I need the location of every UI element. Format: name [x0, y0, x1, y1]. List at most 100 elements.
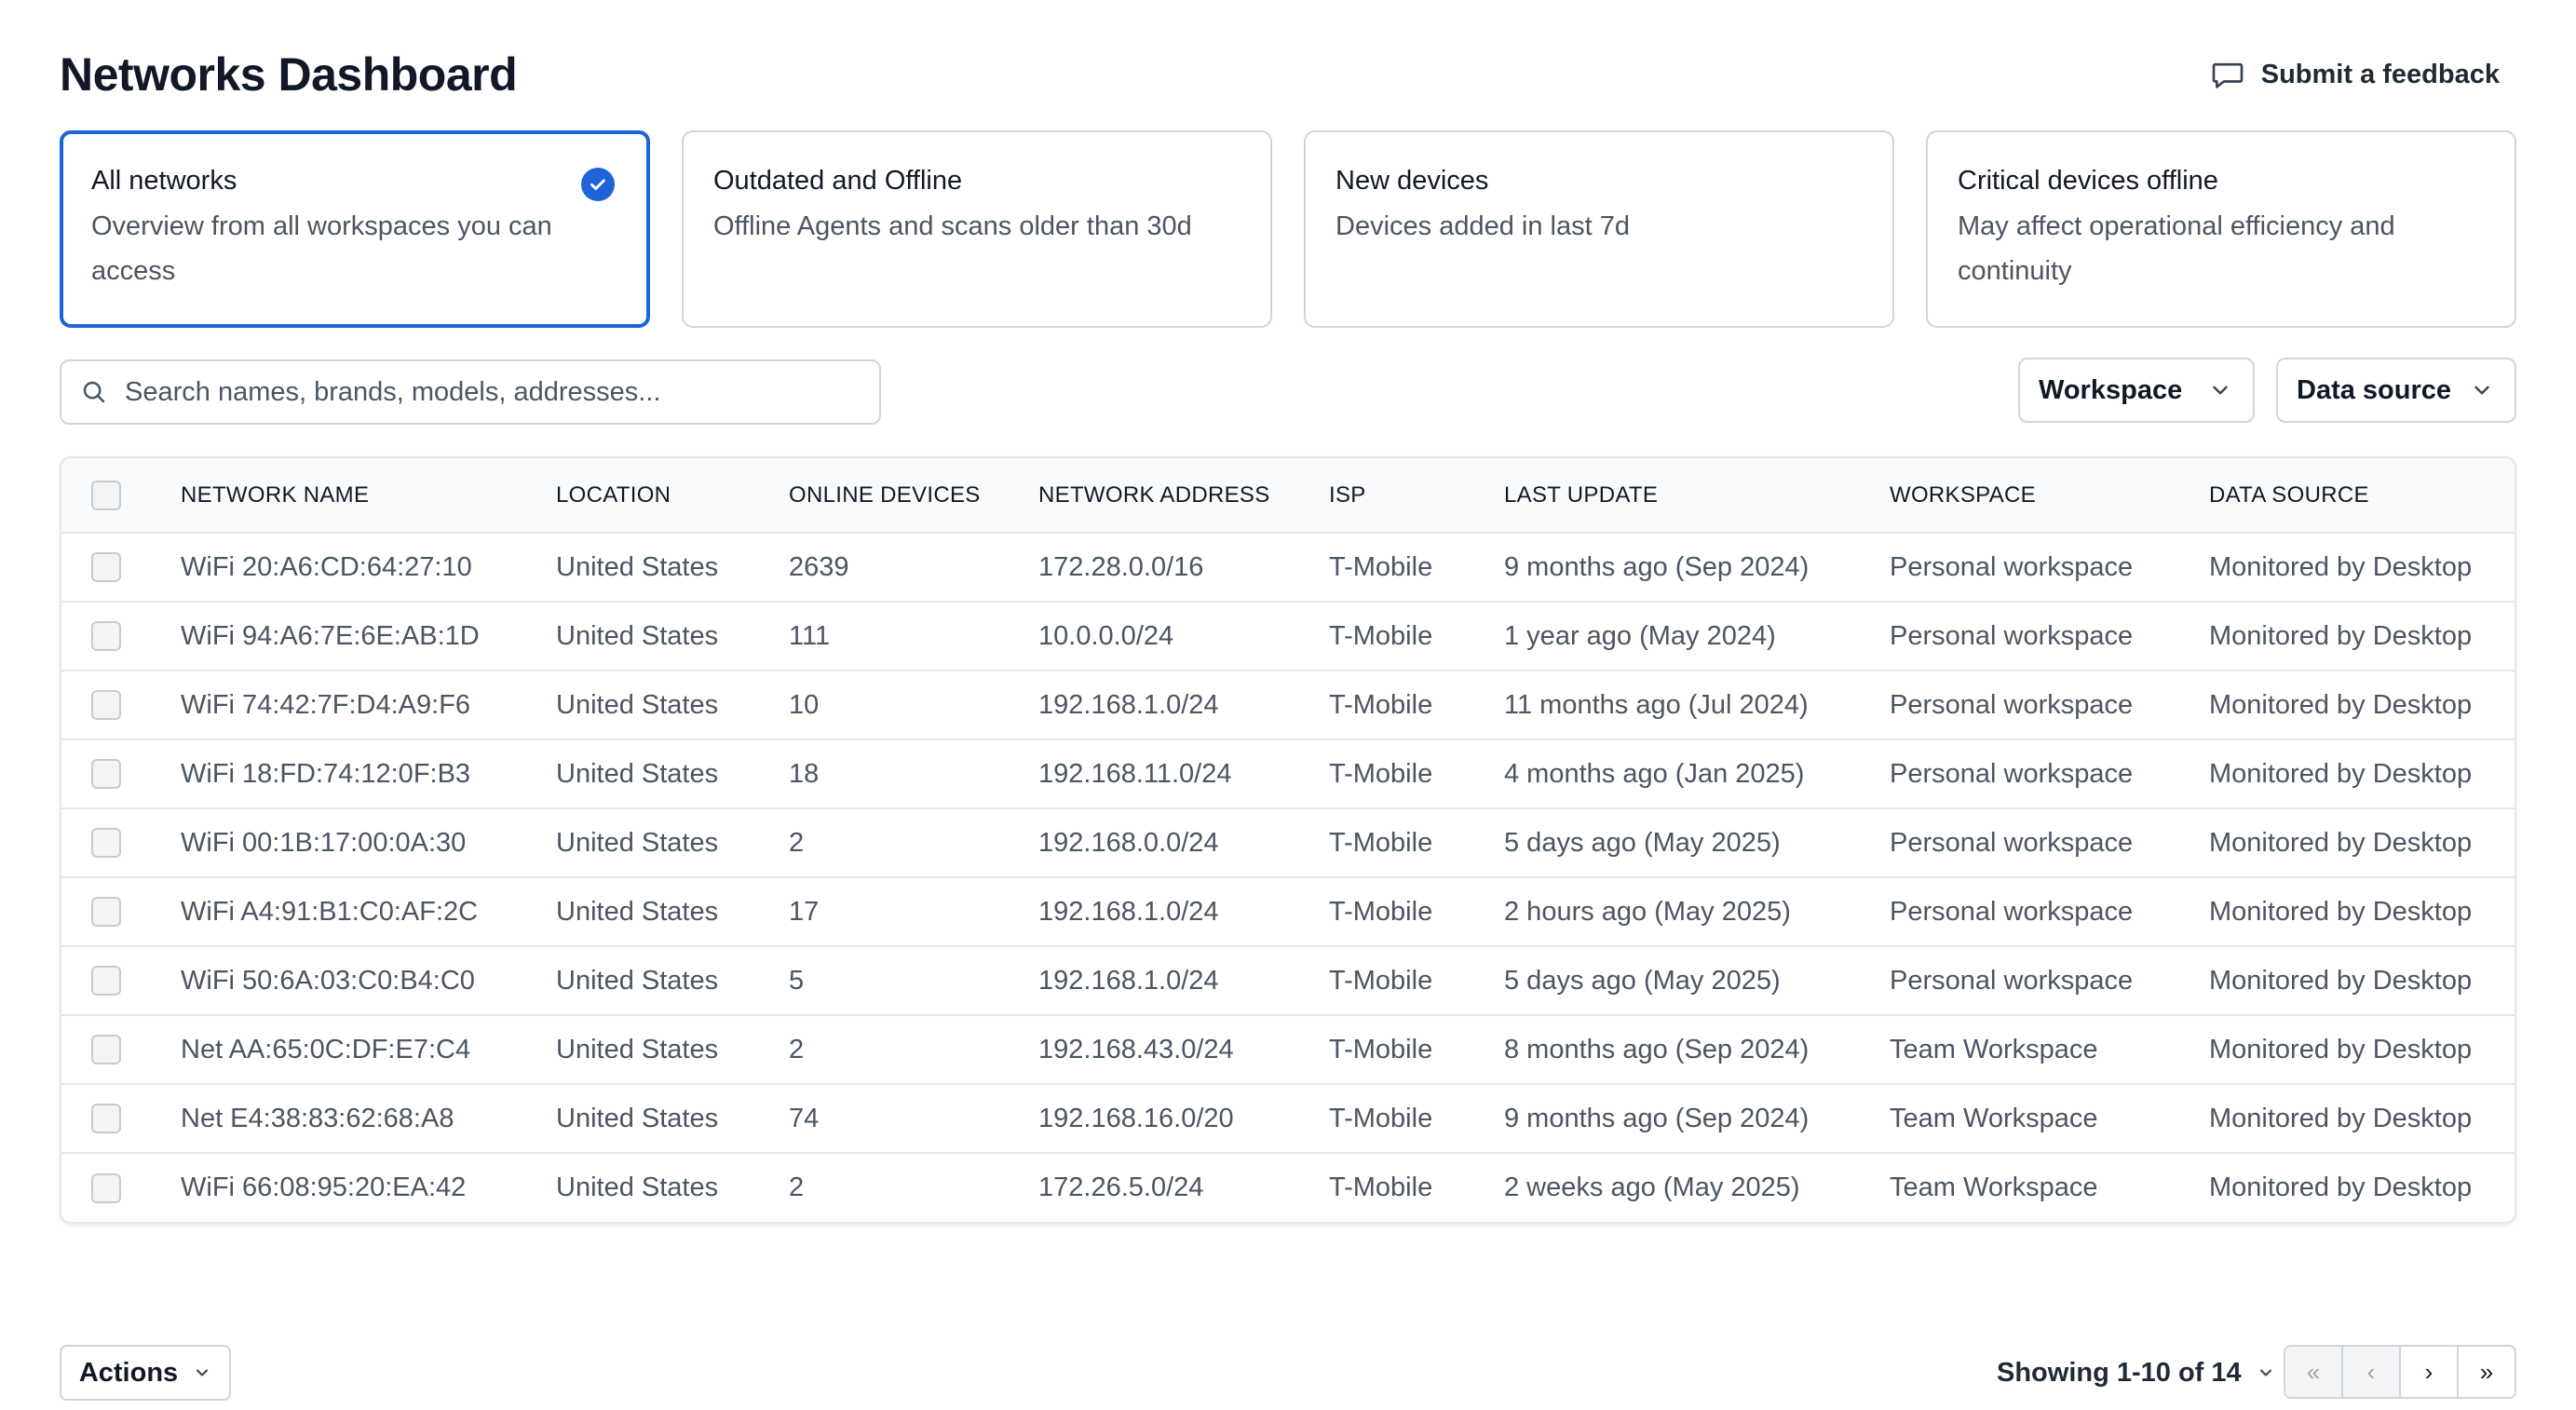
row-checkbox[interactable]: [91, 552, 121, 582]
workspace-filter-dropdown[interactable]: Workspace: [2018, 358, 2255, 423]
cell-online-devices: 17: [789, 876, 1038, 946]
column-header-workspace[interactable]: WORKSPACE: [1890, 458, 2209, 534]
column-header-last-update[interactable]: LAST UPDATE: [1504, 458, 1890, 534]
cell-location: United States: [556, 1152, 789, 1222]
cell-network-address: 192.168.11.0/24: [1038, 739, 1329, 808]
cell-isp: T-Mobile: [1329, 1014, 1504, 1084]
row-checkbox[interactable]: [91, 690, 121, 720]
cell-data-source: Monitored by Desktop: [2209, 807, 2515, 877]
card-outdated-offline[interactable]: Outdated and Offline Offline Agents and …: [682, 130, 1272, 328]
column-header-data-source[interactable]: DATA SOURCE: [2209, 458, 2515, 534]
cell-data-source: Monitored by Desktop: [2209, 1152, 2515, 1222]
cell-workspace: Personal workspace: [1890, 551, 2134, 582]
card-new-devices[interactable]: New devices Devices added in last 7d: [1304, 130, 1894, 328]
cell-workspace: Personal workspace: [1890, 945, 2209, 1015]
cell-location: United States: [556, 807, 789, 877]
table-row[interactable]: WiFi 20:A6:CD:64:27:10 United States 263…: [61, 533, 2515, 602]
cell-online-devices: 2: [789, 1152, 1038, 1222]
cell-workspace: Personal workspace: [1890, 876, 2209, 946]
data-source-filter-dropdown[interactable]: Data source: [2276, 358, 2516, 423]
column-header-online-devices[interactable]: ONLINE DEVICES: [789, 458, 1038, 534]
cell-network-name: WiFi A4:91:B1:C0:AF:2C: [181, 876, 556, 946]
row-checkbox[interactable]: [91, 1035, 121, 1064]
row-checkbox[interactable]: [91, 759, 121, 789]
chat-bubble-icon: [2212, 62, 2244, 88]
column-header-isp[interactable]: ISP: [1329, 458, 1504, 534]
table-row[interactable]: WiFi 50:6A:03:C0:B4:C0 United States 5 1…: [61, 945, 2515, 1015]
column-header-location[interactable]: LOCATION: [556, 458, 789, 534]
card-description: Offline Agents and scans older than 30d: [713, 211, 1192, 241]
cell-online-devices: 2: [789, 807, 1038, 877]
cell-network-address: 172.28.0.0/16: [1038, 551, 1204, 582]
chevron-down-icon: [2474, 386, 2489, 395]
column-header-network-name[interactable]: NETWORK NAME: [181, 458, 556, 534]
cell-last-update: 5 days ago (May 2025): [1504, 945, 1890, 1015]
cell-online-devices: 2: [789, 1014, 1038, 1084]
chevron-down-icon: [2259, 1369, 2271, 1376]
networks-table: NETWORK NAME LOCATION ONLINE DEVICES NET…: [60, 456, 2516, 1224]
pagination: « ‹ › »: [2284, 1345, 2516, 1399]
card-all-networks[interactable]: All networks Overview from all workspace…: [60, 130, 650, 328]
card-title: All networks: [91, 166, 237, 196]
submit-feedback-label: Submit a feedback: [2260, 59, 2500, 89]
page-title: Networks Dashboard: [60, 48, 518, 101]
cell-location: United States: [556, 1014, 789, 1084]
table-row[interactable]: Net AA:65:0C:DF:E7:C4 United States 2 19…: [61, 1014, 2515, 1084]
search-icon: [83, 381, 105, 403]
first-page-button[interactable]: «: [2285, 1347, 2341, 1397]
card-title: Critical devices offline: [1958, 166, 2218, 196]
select-all-cell: [61, 458, 181, 534]
last-page-button[interactable]: »: [2457, 1347, 2515, 1397]
row-checkbox[interactable]: [91, 1104, 121, 1133]
cell-workspace: Team Workspace: [1890, 1083, 2209, 1153]
cell-workspace: Personal workspace: [1890, 601, 2209, 671]
cell-last-update: 4 months ago (Jan 2025): [1504, 739, 1890, 808]
cell-network-name: WiFi 74:42:7F:D4:A9:F6: [181, 670, 556, 739]
search-input[interactable]: [125, 376, 851, 408]
table-body: WiFi 20:A6:CD:64:27:10 United States 263…: [61, 533, 2515, 1222]
cell-last-update: 9 months ago (Sep 2024): [1504, 551, 1810, 582]
page-size-selector[interactable]: Showing 1-10 of 14: [1997, 1345, 2275, 1401]
cell-workspace: Team Workspace: [1890, 1014, 2209, 1084]
search-box: [60, 359, 881, 425]
row-checkbox[interactable]: [91, 1173, 121, 1203]
table-row[interactable]: WiFi 94:A6:7E:6E:AB:1D United States 111…: [61, 601, 2515, 671]
cell-isp: T-Mobile: [1329, 1083, 1504, 1153]
submit-feedback-button[interactable]: Submit a feedback: [2209, 56, 2500, 93]
cell-network-address: 192.168.43.0/24: [1038, 1014, 1329, 1084]
cell-network-name: WiFi 20:A6:CD:64:27:10: [181, 551, 472, 582]
next-page-button[interactable]: ›: [2399, 1347, 2457, 1397]
cell-location: United States: [556, 1083, 789, 1153]
row-checkbox[interactable]: [91, 966, 121, 996]
cell-isp: T-Mobile: [1329, 670, 1504, 739]
actions-dropdown-button[interactable]: Actions: [60, 1345, 231, 1401]
table-row[interactable]: Net E4:38:83:62:68:A8 United States 74 1…: [61, 1083, 2515, 1153]
select-all-checkbox[interactable]: [91, 480, 121, 510]
cell-online-devices: 111: [789, 601, 1038, 671]
column-header-network-address[interactable]: NETWORK ADDRESS: [1038, 458, 1329, 534]
table-row[interactable]: WiFi 66:08:95:20:EA:42 United States 2 1…: [61, 1152, 2515, 1222]
cell-location: United States: [556, 551, 719, 582]
card-title: Outdated and Offline: [713, 166, 963, 196]
row-checkbox[interactable]: [91, 897, 121, 927]
cell-last-update: 8 months ago (Sep 2024): [1504, 1014, 1890, 1084]
table-row[interactable]: WiFi 74:42:7F:D4:A9:F6 United States 10 …: [61, 670, 2515, 739]
card-description: Overview from all workspaces you can acc…: [91, 211, 552, 286]
cell-online-devices: 18: [789, 739, 1038, 808]
cell-network-address: 10.0.0.0/24: [1038, 601, 1329, 671]
table-row[interactable]: WiFi A4:91:B1:C0:AF:2C United States 17 …: [61, 876, 2515, 946]
previous-page-button[interactable]: ‹: [2341, 1347, 2399, 1397]
cell-data-source: Monitored by Desktop: [2209, 739, 2515, 808]
row-checkbox[interactable]: [91, 828, 121, 858]
table-row[interactable]: WiFi 18:FD:74:12:0F:B3 United States 18 …: [61, 739, 2515, 808]
table-toolbar: Workspace Data source: [60, 358, 2516, 425]
cell-isp: T-Mobile: [1329, 945, 1504, 1015]
table-row[interactable]: WiFi 00:1B:17:00:0A:30 United States 2 1…: [61, 807, 2515, 877]
cell-online-devices: 5: [789, 945, 1038, 1015]
cell-data-source: Monitored by Desktop: [2209, 1014, 2515, 1084]
filter-cards: All networks Overview from all workspace…: [60, 130, 2516, 328]
row-checkbox[interactable]: [91, 621, 121, 651]
table-header-row: NETWORK NAME LOCATION ONLINE DEVICES NET…: [61, 458, 2515, 534]
cell-data-source: Monitored by Desktop: [2209, 945, 2515, 1015]
card-critical-devices-offline[interactable]: Critical devices offline May affect oper…: [1926, 130, 2516, 328]
